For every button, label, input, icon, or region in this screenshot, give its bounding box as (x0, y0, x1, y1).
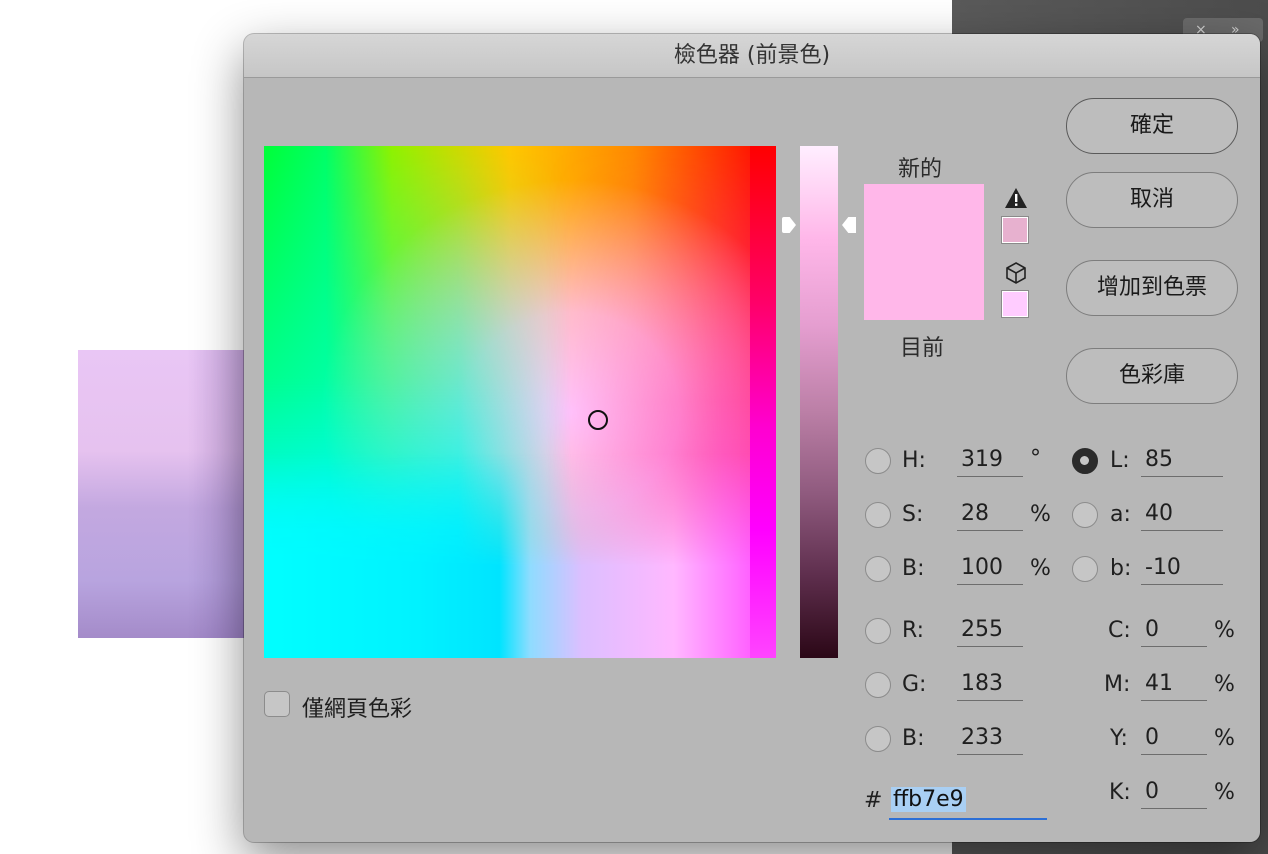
unit-m: % (1214, 672, 1235, 697)
unit-b: % (1030, 556, 1051, 581)
slider-left-arrow-icon[interactable] (782, 217, 796, 233)
label-lab-b: b: (1110, 556, 1132, 581)
input-c[interactable]: 0 (1141, 617, 1207, 647)
canvas-artwork (78, 350, 248, 638)
color-libraries-button[interactable]: 色彩庫 (1066, 348, 1238, 404)
radio-s[interactable] (865, 502, 891, 528)
color-field[interactable] (264, 146, 776, 658)
add-to-swatches-button[interactable]: 增加到色票 (1066, 260, 1238, 316)
slider-right-arrow-icon[interactable] (842, 217, 856, 233)
radio-a[interactable] (1072, 502, 1098, 528)
input-k[interactable]: 0 (1141, 779, 1207, 809)
gamut-warning-swatch[interactable] (1001, 216, 1029, 244)
input-h[interactable]: 319 (957, 447, 1023, 477)
label-l: L: (1110, 448, 1130, 473)
unit-y: % (1214, 726, 1235, 751)
label-y: Y: (1110, 726, 1128, 751)
input-g[interactable]: 183 (957, 671, 1023, 701)
label-m: M: (1104, 672, 1131, 697)
color-picker-dialog: 檢色器 (前景色) 新的 目前 確定 取消 增加到色票 色彩庫 H: 319 °… (244, 34, 1260, 842)
input-y[interactable]: 0 (1141, 725, 1207, 755)
gamut-warning-icon[interactable] (1004, 187, 1028, 209)
color-preview[interactable] (864, 184, 984, 320)
cancel-button[interactable]: 取消 (1066, 172, 1238, 228)
hue-slider[interactable] (800, 146, 838, 658)
input-rgb-b[interactable]: 233 (957, 725, 1023, 755)
label-b: B: (902, 556, 925, 581)
web-safe-cube-icon[interactable] (1004, 261, 1028, 285)
label-c: C: (1108, 618, 1131, 643)
input-s[interactable]: 28 (957, 501, 1023, 531)
label-r: R: (902, 618, 925, 643)
current-color-label: 目前 (900, 336, 945, 361)
hex-value-selected[interactable]: ffb7e9 (891, 787, 966, 812)
radio-b[interactable] (865, 556, 891, 582)
web-safe-swatch[interactable] (1001, 290, 1029, 318)
label-k: K: (1109, 780, 1131, 805)
label-a: a: (1110, 502, 1131, 527)
dialog-title: 檢色器 (前景色) (244, 34, 1260, 78)
new-color-label: 新的 (898, 157, 943, 182)
unit-h: ° (1030, 446, 1041, 471)
input-m[interactable]: 41 (1141, 671, 1207, 701)
label-rgb-b: B: (902, 726, 925, 751)
current-color-swatch[interactable] (864, 252, 984, 320)
unit-s: % (1030, 502, 1051, 527)
label-g: G: (902, 672, 927, 697)
label-s: S: (902, 502, 924, 527)
unit-k: % (1214, 780, 1235, 805)
radio-lab-b[interactable] (1072, 556, 1098, 582)
input-r[interactable]: 255 (957, 617, 1023, 647)
hex-hash-label: # (864, 788, 883, 813)
color-field-cursor[interactable] (588, 410, 608, 430)
web-colors-only-checkbox[interactable] (264, 691, 290, 717)
input-b[interactable]: 100 (957, 555, 1023, 585)
label-h: H: (902, 448, 926, 473)
unit-c: % (1214, 618, 1235, 643)
radio-h[interactable] (865, 448, 891, 474)
web-colors-only-label[interactable]: 僅網頁色彩 (302, 691, 412, 723)
radio-rgb-b[interactable] (865, 726, 891, 752)
new-color-swatch[interactable] (864, 184, 984, 252)
input-lab-b[interactable]: -10 (1141, 555, 1223, 585)
radio-l[interactable] (1072, 448, 1098, 474)
input-l[interactable]: 85 (1141, 447, 1223, 477)
hex-input[interactable]: ffb7e9 (889, 784, 1047, 820)
radio-r[interactable] (865, 618, 891, 644)
input-a[interactable]: 40 (1141, 501, 1223, 531)
ok-button[interactable]: 確定 (1066, 98, 1238, 154)
radio-g[interactable] (865, 672, 891, 698)
